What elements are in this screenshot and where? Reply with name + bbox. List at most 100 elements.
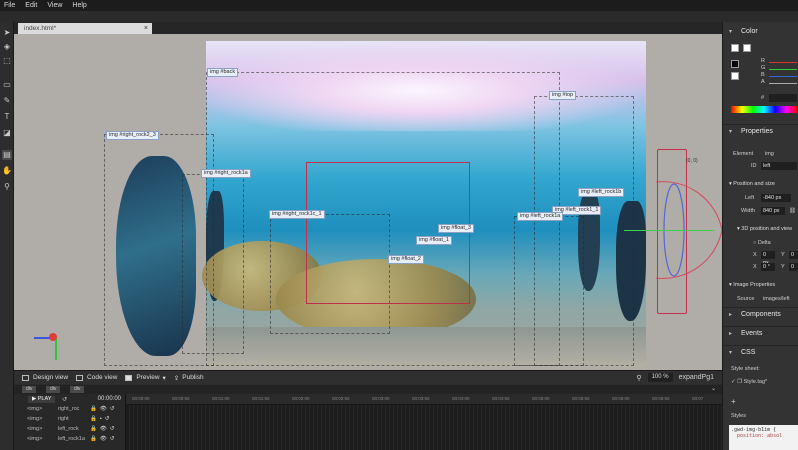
breadcrumb-item[interactable]: div — [46, 386, 61, 393]
black-swatch[interactable] — [731, 60, 739, 68]
preview-button[interactable]: Preview ▾ — [125, 374, 166, 382]
label-left-rock1a[interactable]: img #left_rock1a — [517, 212, 564, 221]
label-float2[interactable]: img #float_2 — [388, 255, 424, 264]
rotate-x-input[interactable]: 0 ° — [761, 263, 775, 271]
timeline-tick-label: 00:03:50 — [412, 396, 430, 401]
timeline-ruler[interactable]: 00:00:00 00:00:50 00:01:00 00:01:50 00:02:00… — [126, 394, 722, 405]
3d-position-section-header[interactable]: ▾ 3D position and view — [737, 226, 792, 232]
y-input[interactable]: 0 — [789, 251, 798, 259]
layer-row[interactable]: <img> right 🔒•↺ — [14, 415, 126, 424]
publish-button[interactable]: ⇪ Publish — [174, 374, 204, 382]
shape-icon[interactable]: ▤ — [2, 150, 12, 160]
menu-bar: File Edit View Help — [0, 0, 798, 11]
layer-controls-icon[interactable]: 🔒•↺ — [90, 415, 112, 424]
chevron-right-icon: ▸ — [729, 331, 733, 337]
css-code-preview[interactable]: .gwd-img-b1im { position: absol — [729, 425, 798, 450]
position-section-header[interactable]: ▾ Position and size — [729, 181, 775, 187]
layer-row[interactable]: <img> right_roc 🔒👁↺ — [14, 405, 126, 414]
css-code-line: position: absol — [737, 433, 783, 439]
chevron-down-icon[interactable]: ▾ — [163, 374, 166, 382]
timeline-tick-label: 00:00:50 — [172, 396, 190, 401]
layer-controls-icon[interactable]: 🔒👁↺ — [90, 425, 117, 434]
timeline-tick-label: 00:00:00 — [132, 396, 150, 401]
code-view-button[interactable]: Code view — [76, 374, 117, 381]
menu-edit[interactable]: Edit — [21, 2, 43, 9]
white-swatch[interactable] — [731, 72, 739, 80]
hand-icon[interactable]: ✋ — [2, 166, 12, 176]
layer-row[interactable]: <img> left_rock1a 🔒👁↺ — [14, 435, 126, 444]
breadcrumb-item[interactable]: div — [70, 386, 85, 393]
breadcrumb-item[interactable]: div — [22, 386, 37, 393]
delta-label: Delta — [757, 240, 771, 246]
select-arrow-icon[interactable]: ➤ — [2, 28, 12, 38]
stroke-swatch[interactable] — [743, 44, 751, 52]
rotate-y-input[interactable]: 0 — [789, 263, 798, 271]
image-properties-header[interactable]: ▾ Image Properties — [729, 282, 775, 288]
fill-swatch[interactable] — [731, 44, 739, 52]
loop-icon[interactable]: ↺ — [62, 396, 67, 403]
add-style-icon[interactable]: + — [731, 397, 736, 406]
green-slider[interactable] — [769, 69, 797, 70]
css-section-header[interactable]: ▾ CSS — [723, 345, 798, 359]
alpha-channel-label: A — [761, 79, 765, 85]
timecode: 00:00:00 — [97, 396, 121, 402]
timeline-tracks[interactable] — [126, 405, 722, 450]
expand-page-label[interactable]: expandPg1 — [679, 374, 714, 381]
layer-row[interactable]: <img> left_rock 🔒👁↺ — [14, 425, 126, 434]
label-top[interactable]: img #top — [549, 91, 577, 100]
label-right-rock1a[interactable]: img #right_rock1a — [201, 169, 251, 178]
hex-input[interactable] — [769, 94, 797, 102]
hue-spectrum[interactable] — [731, 106, 797, 113]
link-icon[interactable]: ⛓ — [789, 208, 796, 214]
properties-section-header[interactable]: ▾ Properties — [723, 124, 798, 138]
red-slider[interactable] — [769, 62, 797, 63]
paint-bucket-icon[interactable]: ◪ — [2, 128, 12, 138]
components-section-header[interactable]: ▸ Components — [723, 307, 798, 321]
selection-box[interactable] — [306, 162, 470, 304]
x-axis-handle[interactable] — [624, 230, 714, 231]
label-float3[interactable]: img #float_3 — [438, 224, 474, 233]
timeline-tick-label: 00:01:00 — [212, 396, 230, 401]
transform-icon[interactable]: ⬚ — [2, 56, 12, 66]
delta-toggle[interactable]: ○ Delta — [753, 240, 771, 246]
layer-controls-icon[interactable]: 🔒👁↺ — [90, 405, 117, 414]
events-section-header[interactable]: ▸ Events — [723, 326, 798, 340]
text-icon[interactable]: T — [2, 112, 12, 122]
label-left-rock1b[interactable]: img #left_rock1b — [578, 188, 625, 197]
document-tab[interactable]: index.html* × — [18, 23, 152, 34]
menu-help[interactable]: Help — [68, 2, 92, 9]
collapse-chevron-icon[interactable]: ⌄ — [711, 385, 716, 392]
label-float1[interactable]: img #float_1 — [416, 236, 452, 245]
label-back[interactable]: img #back — [207, 68, 239, 77]
stylesheet-select[interactable]: ✓ ❐ Style.tag* — [731, 379, 767, 385]
tag-icon[interactable]: ▭ — [2, 80, 12, 90]
pen-icon[interactable]: ✎ — [2, 96, 12, 106]
layer-controls-icon[interactable]: 🔒👁↺ — [90, 435, 117, 444]
close-icon[interactable]: × — [144, 23, 148, 34]
blue-slider[interactable] — [769, 76, 797, 77]
source-value[interactable]: images/left — [763, 296, 790, 302]
width-input[interactable]: 840 px — [761, 207, 785, 215]
alpha-slider[interactable] — [769, 83, 797, 84]
rotation-gizmo-icon[interactable] — [626, 174, 722, 284]
design-view-button[interactable]: Design view — [22, 374, 68, 381]
search-icon[interactable]: ⚲ — [636, 374, 641, 382]
timeline-tick-label: 00:03:00 — [372, 396, 390, 401]
menu-view[interactable]: View — [43, 2, 68, 9]
label-right-rock1c[interactable]: img #right_rock1c_1 — [269, 210, 325, 219]
color-section-header[interactable]: ▾ Color — [723, 25, 798, 39]
play-button[interactable]: ▶ PLAY — [28, 396, 56, 403]
properties-sidebar: ▾ Color R G B A # ▾ Properties Element i… — [722, 22, 798, 450]
3d-rotate-icon[interactable]: ◈ — [2, 42, 12, 52]
design-stage[interactable]: img #back img #top img #right_rock2_3 im… — [14, 34, 722, 370]
left-input[interactable]: -840 px — [761, 194, 791, 202]
label-right-rock2[interactable]: img #right_rock2_3 — [106, 131, 159, 140]
layer-name: right_roc — [58, 406, 80, 412]
preview-icon — [125, 374, 133, 381]
x-input[interactable]: 0 px — [761, 251, 775, 266]
id-input[interactable]: left — [761, 162, 797, 170]
menu-file[interactable]: File — [0, 2, 21, 9]
zoom-icon[interactable]: ⚲ — [2, 182, 12, 192]
view-bar: Design view Code view Preview ▾ ⇪ Publis… — [14, 370, 722, 384]
zoom-level[interactable]: 100 % — [647, 373, 673, 382]
